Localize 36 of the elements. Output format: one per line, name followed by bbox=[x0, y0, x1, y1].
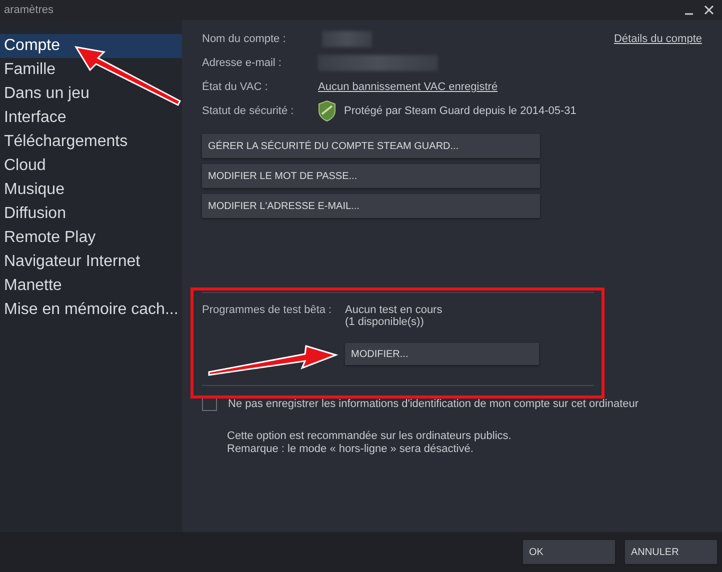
account-details-link[interactable]: Détails du compte bbox=[614, 33, 702, 45]
sidebar-item[interactable]: Diffusion bbox=[0, 202, 182, 226]
vac-status-link[interactable]: Aucun bannissement VAC enregistré bbox=[318, 81, 498, 93]
sidebar-item[interactable]: Dans un jeu bbox=[0, 82, 182, 106]
note-text: Cette option est recommandée sur les ordinateurs publics. bbox=[227, 430, 512, 443]
sidebar-item[interactable]: Interface bbox=[0, 106, 182, 130]
field-label: Statut de sécurité : bbox=[202, 105, 295, 117]
sidebar-item[interactable]: Manette bbox=[0, 274, 182, 298]
sidebar-item[interactable]: Famille bbox=[0, 58, 182, 82]
account-action-button[interactable]: MODIFIER LE MOT DE PASSE... bbox=[202, 164, 540, 188]
sidebar-item[interactable]: Musique bbox=[0, 178, 182, 202]
security-status: Protégé par Steam Guard depuis le 2014-05-31 bbox=[344, 105, 576, 117]
field-label: État du VAC : bbox=[202, 81, 269, 93]
beta-status: Aucun test en cours bbox=[345, 304, 444, 316]
shield-icon bbox=[318, 100, 336, 122]
dialog-button[interactable]: OK bbox=[523, 540, 615, 564]
checkbox[interactable] bbox=[202, 396, 217, 411]
modify-button[interactable]: MODIFIER... bbox=[345, 343, 539, 365]
close-icon[interactable] bbox=[704, 5, 714, 15]
sidebar-item[interactable]: Compte bbox=[0, 34, 182, 58]
sidebar-item[interactable]: Navigateur Internet bbox=[0, 250, 182, 274]
window-title: aramètres bbox=[4, 4, 55, 16]
account-action-button[interactable]: GÉRER LA SÉCURITÉ DU COMPTE STEAM GUARD... bbox=[202, 134, 540, 158]
sidebar-item[interactable]: Mise en mémoire cach... bbox=[0, 298, 182, 322]
sidebar-item[interactable]: Téléchargements bbox=[0, 130, 182, 154]
beta-label: Programmes de test bêta : bbox=[202, 304, 333, 316]
field-label: Nom du compte : bbox=[202, 33, 287, 45]
beta-status: (1 disponible(s)) bbox=[345, 316, 425, 328]
dialog-button[interactable]: ANNULER bbox=[625, 540, 717, 564]
note-text: Remarque : le mode « hors-ligne » sera désactivé. bbox=[227, 443, 474, 456]
blurred-value bbox=[322, 31, 372, 47]
sidebar-item[interactable]: Cloud bbox=[0, 154, 182, 178]
checkbox-label: Ne pas enregistrer les informations d'identification de mon compte sur cet ordinateur bbox=[228, 398, 639, 410]
account-action-button[interactable]: MODIFIER L'ADRESSE E-MAIL... bbox=[202, 194, 540, 218]
sidebar-item[interactable]: Remote Play bbox=[0, 226, 182, 250]
field-label: Adresse e-mail : bbox=[202, 57, 282, 69]
